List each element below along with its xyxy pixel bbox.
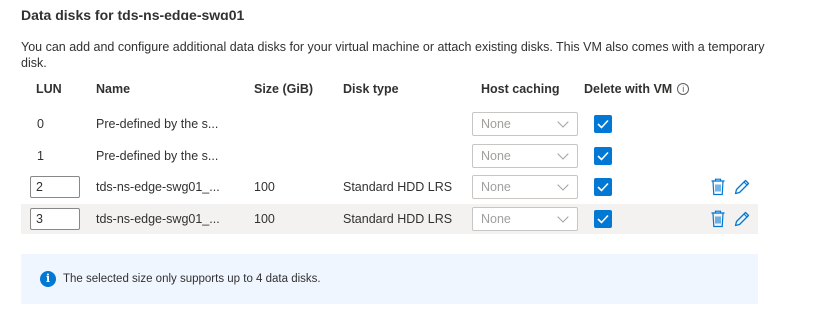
section-description: You can add and configure additional dat… xyxy=(21,40,765,70)
disk-size: 100 xyxy=(254,180,275,194)
column-header-name: Name xyxy=(96,82,131,96)
disk-name: Pre-defined by the s... xyxy=(96,117,219,131)
delete-with-vm-checkbox[interactable] xyxy=(594,115,612,133)
column-header-host-caching: Host caching xyxy=(481,82,560,96)
host-caching-value: None xyxy=(481,212,511,226)
info-icon[interactable]: i xyxy=(677,83,690,95)
disk-name: tds-ns-edge-swg01_... xyxy=(96,212,220,226)
lun-input[interactable] xyxy=(30,176,80,198)
table-row: 1 Pre-defined by the s... None xyxy=(21,141,758,171)
column-header-disk-type: Disk type xyxy=(343,82,399,96)
host-caching-value: None xyxy=(481,117,511,131)
column-header-delete-label: Delete with VM xyxy=(584,82,673,96)
disk-name: Pre-defined by the s... xyxy=(96,149,219,163)
delete-icon[interactable] xyxy=(710,210,726,228)
lun-value: 0 xyxy=(37,117,44,131)
table-row: tds-ns-edge-swg01_... 100 Standard HDD L… xyxy=(21,172,758,202)
host-caching-value: None xyxy=(481,149,511,163)
disk-type: Standard HDD LRS xyxy=(343,180,453,194)
edit-icon[interactable] xyxy=(733,178,751,196)
info-banner: i The selected size only supports up to … xyxy=(21,254,758,304)
checkmark-icon xyxy=(597,214,609,224)
column-header-lun: LUN xyxy=(36,82,62,96)
column-header-delete-with-vm: Delete with VM i xyxy=(584,82,690,96)
delete-icon[interactable] xyxy=(710,178,726,196)
disk-name: tds-ns-edge-swg01_... xyxy=(96,180,220,194)
column-header-size: Size (GiB) xyxy=(254,82,314,96)
delete-with-vm-checkbox[interactable] xyxy=(594,147,612,165)
host-caching-dropdown[interactable]: None xyxy=(472,144,578,168)
chevron-down-icon xyxy=(557,179,569,191)
section-title: Data disks for tds-ns-edge-swg01 xyxy=(21,7,245,20)
checkmark-icon xyxy=(597,182,609,192)
checkmark-icon xyxy=(597,151,609,161)
lun-value: 1 xyxy=(37,149,44,163)
table-row: tds-ns-edge-swg01_... 100 Standard HDD L… xyxy=(21,204,758,234)
chevron-down-icon xyxy=(557,116,569,128)
delete-with-vm-checkbox[interactable] xyxy=(594,210,612,228)
delete-with-vm-checkbox[interactable] xyxy=(594,178,612,196)
info-banner-text: The selected size only supports up to 4 … xyxy=(63,273,321,285)
host-caching-value: None xyxy=(481,180,511,194)
host-caching-dropdown[interactable]: None xyxy=(472,175,578,199)
info-icon: i xyxy=(40,271,56,287)
chevron-down-icon xyxy=(557,211,569,223)
host-caching-dropdown[interactable]: None xyxy=(472,112,578,136)
chevron-down-icon xyxy=(557,148,569,160)
checkmark-icon xyxy=(597,119,609,129)
disk-size: 100 xyxy=(254,212,275,226)
table-row: 0 Pre-defined by the s... None xyxy=(21,109,758,139)
host-caching-dropdown[interactable]: None xyxy=(472,207,578,231)
edit-icon[interactable] xyxy=(733,210,751,228)
lun-input[interactable] xyxy=(30,208,80,230)
disk-type: Standard HDD LRS xyxy=(343,212,453,226)
